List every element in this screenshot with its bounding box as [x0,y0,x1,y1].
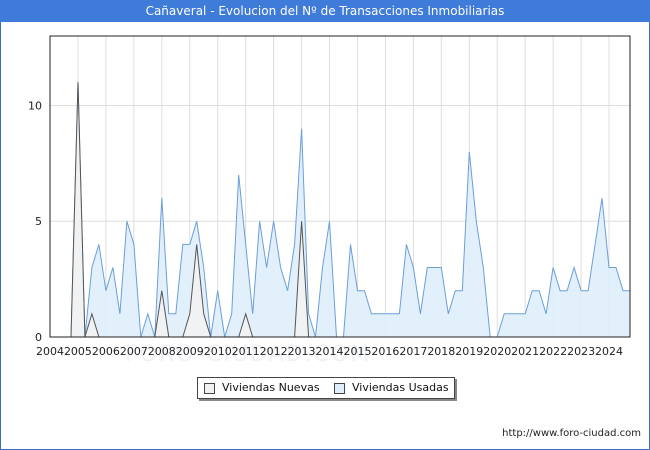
x-tick-label: 2015 [343,345,371,358]
x-tick-label: 2007 [120,345,148,358]
x-tick-label: 2020 [483,345,511,358]
x-tick-label: 2014 [316,345,344,358]
legend-swatch-nuevas [204,383,215,394]
x-tick-label: 2011 [232,345,260,358]
x-tick-label: 2022 [539,345,567,358]
chart-title: Cañaveral - Evolucion del Nº de Transacc… [0,0,650,22]
legend-label-nuevas: Viviendas Nuevas [222,381,320,394]
x-tick-label: 2005 [64,345,92,358]
x-tick-label: 2004 [36,345,64,358]
x-tick-label: 2008 [148,345,176,358]
x-tick-label: 2012 [260,345,288,358]
chart-svg: 0 5 10 2004 2005 2006 2007 2008 2009 2010 2011 2012… [28,35,631,358]
x-tick-label: 2016 [371,345,399,358]
y-tick-label: 0 [35,331,42,344]
x-tick-label: 2009 [176,345,204,358]
x-tick-label: 2021 [511,345,539,358]
y-tick-label: 5 [35,215,42,228]
x-tick-label: 2019 [455,345,483,358]
x-tick-label: 2018 [427,345,455,358]
x-tick-label: 2013 [288,345,316,358]
legend-swatch-usadas [334,383,345,394]
x-tick-label: 2006 [92,345,120,358]
y-tick-label: 10 [28,99,42,112]
legend-label-usadas: Viviendas Usadas [352,381,449,394]
x-tick-label: 2017 [399,345,427,358]
x-tick-label: 2023 [567,345,595,358]
source-link[interactable]: http://www.foro-ciudad.com [502,428,641,439]
legend: Viviendas Nuevas Viviendas Usadas [197,377,455,399]
x-tick-label: 2024 [595,345,623,358]
x-tick-label: 2010 [204,345,232,358]
